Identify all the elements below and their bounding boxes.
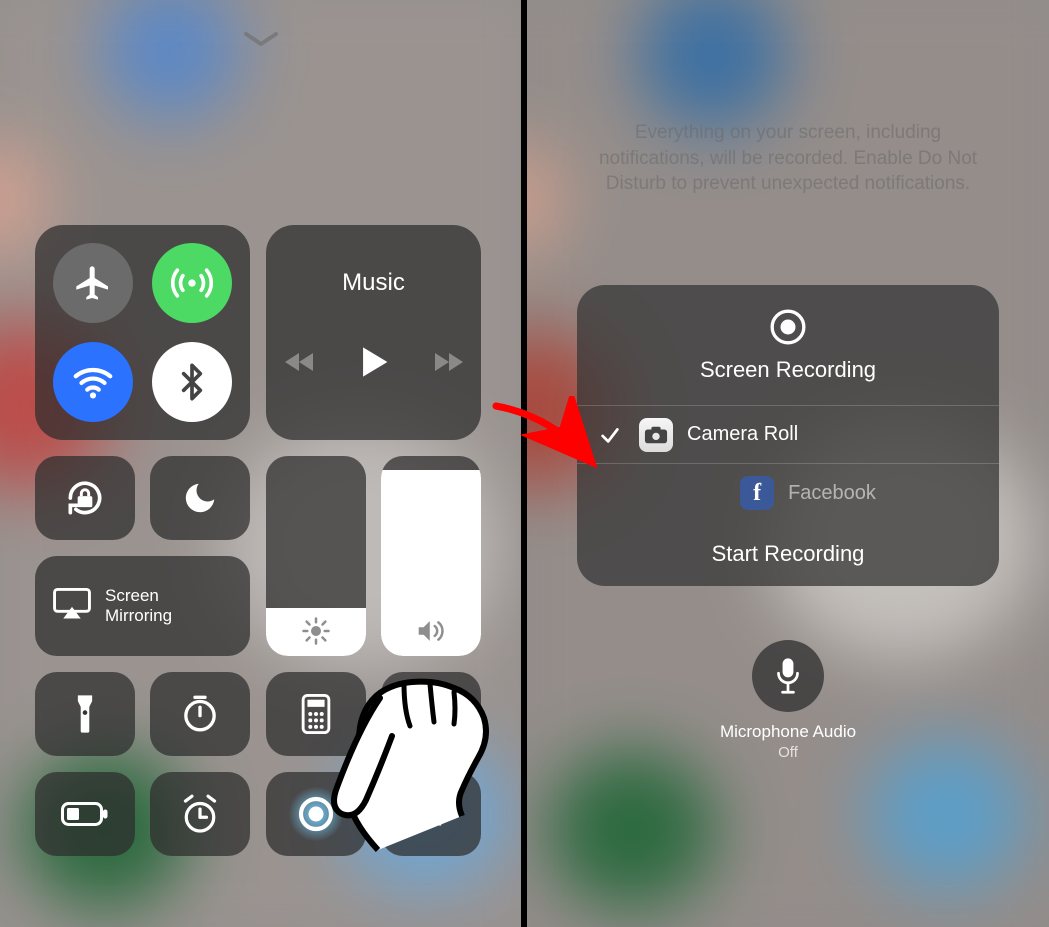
- rotation-lock-toggle[interactable]: [35, 456, 135, 540]
- start-recording-label: Start Recording: [712, 541, 865, 567]
- bluetooth-toggle[interactable]: [152, 342, 232, 422]
- timer-button[interactable]: [150, 672, 250, 756]
- do-not-disturb-toggle[interactable]: [150, 456, 250, 540]
- voice-memo-button[interactable]: [381, 772, 481, 856]
- cellular-data-toggle[interactable]: [152, 243, 232, 323]
- alarm-button[interactable]: [150, 772, 250, 856]
- airplane-mode-toggle[interactable]: [53, 243, 133, 323]
- camera-button[interactable]: [381, 672, 481, 756]
- chevron-down-icon[interactable]: [243, 30, 279, 48]
- low-power-mode-button[interactable]: [35, 772, 135, 856]
- wifi-toggle[interactable]: [53, 342, 133, 422]
- panel-divider: [521, 0, 527, 927]
- music-module[interactable]: Music: [266, 225, 481, 440]
- flashlight-button[interactable]: [35, 672, 135, 756]
- start-recording-button[interactable]: Start Recording: [577, 522, 999, 586]
- destination-option-facebook[interactable]: f Facebook: [577, 464, 999, 522]
- microphone-state: Off: [527, 744, 1049, 761]
- recording-disclaimer: Everything on your screen, including not…: [587, 120, 989, 197]
- screen-recording-options-panel: Everything on your screen, including not…: [527, 0, 1049, 927]
- previous-track-icon[interactable]: [285, 350, 315, 379]
- play-icon[interactable]: [359, 345, 389, 384]
- airplay-icon: [53, 588, 91, 625]
- photos-app-icon: [639, 418, 673, 452]
- popup-title: Screen Recording: [577, 357, 999, 383]
- microphone-label: Microphone Audio: [527, 722, 1049, 742]
- brightness-icon: [266, 616, 366, 646]
- option-label: Facebook: [788, 482, 876, 505]
- checkmark-icon: [595, 424, 625, 446]
- volume-icon: [381, 616, 481, 646]
- screen-mirroring-label: Screen Mirroring: [105, 586, 172, 625]
- option-label: Camera Roll: [687, 423, 798, 446]
- screen-mirroring-button[interactable]: Screen Mirroring: [35, 556, 250, 656]
- record-icon: [577, 307, 999, 347]
- calculator-button[interactable]: [266, 672, 366, 756]
- screen-recording-popup: Screen Recording Camera Roll f: [577, 285, 999, 586]
- connectivity-module[interactable]: [35, 225, 250, 440]
- volume-slider[interactable]: [381, 456, 481, 656]
- control-center-panel: Music: [0, 0, 521, 927]
- destination-option-camera-roll[interactable]: Camera Roll: [577, 406, 999, 464]
- screen-record-button[interactable]: [266, 772, 366, 856]
- microphone-toggle[interactable]: [752, 640, 824, 712]
- facebook-app-icon: f: [740, 476, 774, 510]
- brightness-slider[interactable]: [266, 456, 366, 656]
- next-track-icon[interactable]: [433, 350, 463, 379]
- music-title: Music: [266, 269, 481, 297]
